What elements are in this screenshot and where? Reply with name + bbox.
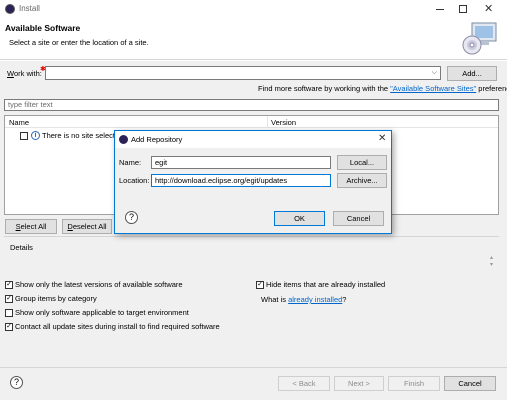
title-bar: Install ✕	[0, 0, 507, 18]
empty-message: There is no site selected.	[42, 131, 126, 140]
applicable-only-checkbox[interactable]	[5, 309, 13, 317]
dialog-close-icon[interactable]: ✕	[378, 133, 386, 144]
dialog-title-bar: Add Repository ✕	[115, 131, 391, 148]
hide-installed-checkbox[interactable]: ✓	[256, 281, 264, 289]
cancel-button[interactable]: Cancel	[444, 376, 496, 391]
page-subtitle: Select a site or enter the location of a…	[9, 38, 149, 47]
table-header: Name Version	[5, 116, 498, 128]
column-name[interactable]: Name	[9, 118, 29, 127]
footer: ? < Back Next > Finish Cancel	[0, 367, 507, 400]
group-by-category-checkbox[interactable]: ✓	[5, 295, 13, 303]
dialog-cancel-button[interactable]: Cancel	[333, 211, 384, 226]
select-all-button[interactable]: Select All	[5, 219, 57, 234]
eclipse-icon	[5, 4, 15, 14]
available-software-sites-link[interactable]: "Available Software Sites"	[390, 84, 476, 93]
close-icon[interactable]: ✕	[484, 2, 493, 15]
wizard-header: Available Software Select a site or ente…	[0, 18, 507, 60]
contact-sites-checkbox[interactable]: ✓	[5, 323, 13, 331]
row-checkbox[interactable]	[20, 132, 28, 140]
chevron-down-icon[interactable]: ⌵	[432, 67, 437, 78]
next-button[interactable]: Next >	[334, 376, 384, 391]
dialog-eclipse-icon	[119, 135, 128, 144]
column-divider	[267, 116, 268, 128]
filter-input[interactable]: type filter text	[4, 99, 499, 111]
contact-sites-label[interactable]: Contact all update sites during install …	[15, 322, 220, 331]
local-button[interactable]: Local...	[337, 155, 387, 170]
details-area	[6, 253, 496, 275]
deselect-all-button[interactable]: Deselect All	[62, 219, 112, 234]
group-by-category-label[interactable]: Group items by category	[15, 294, 97, 303]
location-label: Location:	[119, 176, 150, 185]
find-more-text: Find more software by working with the "…	[258, 84, 507, 93]
help-icon[interactable]: ?	[10, 376, 23, 389]
location-field[interactable]: http://download.eclipse.org/egit/updates	[151, 174, 331, 187]
name-label: Name:	[119, 158, 142, 167]
page-title: Available Software	[5, 23, 81, 33]
details-group: Details ▴ ▾	[4, 236, 499, 276]
install-cd-icon	[462, 21, 498, 55]
ok-button[interactable]: OK	[274, 211, 325, 226]
add-repository-dialog: Add Repository ✕ Name: egit Local... Loc…	[114, 130, 392, 234]
dialog-help-icon[interactable]: ?	[125, 211, 138, 224]
already-installed-link[interactable]: already installed	[288, 295, 342, 304]
dialog-title: Add Repository	[131, 135, 183, 144]
maximize-icon[interactable]	[459, 5, 467, 13]
applicable-only-label[interactable]: Show only software applicable to target …	[15, 308, 189, 317]
name-field[interactable]: egit	[151, 156, 331, 169]
work-with-combo[interactable]: ⌵	[45, 66, 441, 80]
latest-versions-label[interactable]: Show only the latest versions of availab…	[15, 280, 183, 289]
add-button[interactable]: Add...	[447, 66, 497, 81]
archive-button[interactable]: Archive...	[337, 173, 387, 188]
hide-installed-label[interactable]: Hide items that are already installed	[266, 280, 385, 289]
window-title: Install	[19, 4, 40, 13]
minimize-icon[interactable]	[436, 9, 444, 10]
column-version[interactable]: Version	[271, 118, 296, 127]
details-label: Details	[10, 243, 33, 252]
back-button[interactable]: < Back	[278, 376, 330, 391]
scroll-arrows-icon[interactable]: ▴ ▾	[490, 255, 493, 269]
info-icon: i	[31, 131, 40, 140]
what-is-installed-text: What is already installed?	[261, 295, 347, 304]
work-with-label: Work with:	[7, 69, 42, 78]
latest-versions-checkbox[interactable]: ✓	[5, 281, 13, 289]
finish-button[interactable]: Finish	[388, 376, 440, 391]
